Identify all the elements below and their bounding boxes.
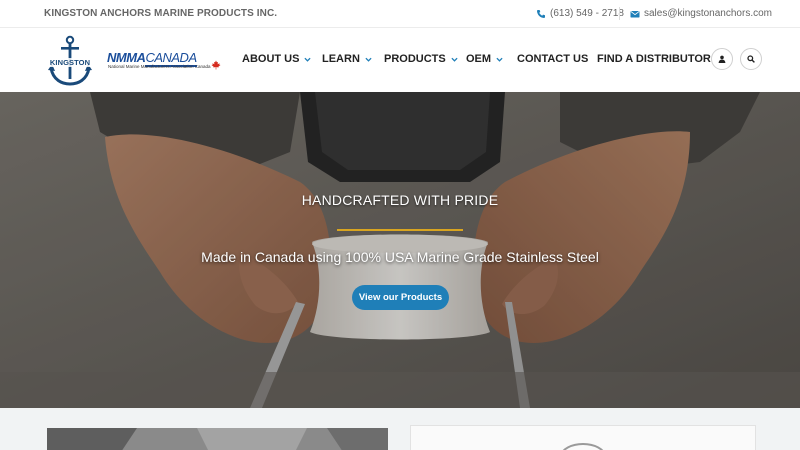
- hero-divider: [337, 229, 463, 231]
- user-icon: [718, 55, 726, 63]
- company-name: KINGSTON ANCHORS MARINE PRODUCTS INC.: [44, 8, 278, 19]
- phone-link[interactable]: (613) 549 - 2718: [536, 8, 624, 19]
- product-photo: [411, 426, 755, 450]
- chevron-down-icon: [304, 57, 312, 62]
- nmma-subtitle: National Marine Manufacturers Associatio…: [108, 64, 211, 69]
- nav-products[interactable]: PRODUCTS: [384, 53, 458, 65]
- nav-contact-us[interactable]: CONTACT US: [517, 53, 588, 65]
- nav-products-label: PRODUCTS: [384, 53, 446, 65]
- hero-banner: HANDCRAFTED WITH PRIDE Made in Canada us…: [0, 92, 800, 408]
- nav-about-label: ABOUT US: [242, 53, 300, 65]
- nav-learn-label: LEARN: [322, 53, 360, 65]
- phone-icon: [537, 9, 545, 18]
- contact-divider: [619, 7, 620, 20]
- nav-about-us[interactable]: ABOUT US: [242, 53, 312, 65]
- nmma-word: NMMA: [107, 50, 146, 65]
- user-account-button[interactable]: [711, 48, 733, 70]
- view-products-button[interactable]: View our Products: [352, 285, 449, 310]
- feature-image-left[interactable]: [47, 428, 388, 450]
- nav-contact-label: CONTACT US: [517, 53, 589, 65]
- email-address: sales@kingstonanchors.com: [644, 8, 772, 19]
- nav-oem-label: OEM: [466, 53, 492, 65]
- main-header: KINGSTON NMMACANADA National Marine Manu…: [0, 28, 800, 92]
- logo-text: KINGSTON: [46, 58, 94, 67]
- chevron-down-icon: [451, 57, 458, 62]
- search-button[interactable]: [740, 48, 762, 70]
- featured-section: [0, 408, 800, 450]
- nmma-wordmark: NMMACANADA: [107, 50, 197, 67]
- feature-image-right[interactable]: [410, 425, 756, 450]
- top-utility-bar: KINGSTON ANCHORS MARINE PRODUCTS INC. (6…: [0, 0, 800, 28]
- nav-oem[interactable]: OEM: [466, 53, 503, 65]
- chevron-down-icon: [365, 57, 372, 62]
- hero-title: HANDCRAFTED WITH PRIDE: [301, 192, 499, 208]
- kingston-logo[interactable]: KINGSTON: [46, 34, 94, 88]
- search-icon: [747, 55, 755, 63]
- maple-leaf-icon: [211, 60, 221, 70]
- phone-number: (613) 549 - 2718: [550, 8, 624, 19]
- nav-distributor-label: FIND A DISTRIBUTOR: [597, 53, 711, 65]
- nmma-canada-logo[interactable]: NMMACANADA National Marine Manufacturers…: [107, 50, 223, 72]
- nav-learn[interactable]: LEARN: [322, 53, 372, 65]
- email-link[interactable]: sales@kingstonanchors.com: [630, 8, 772, 19]
- envelope-icon: [630, 10, 640, 17]
- nav-find-distributor[interactable]: FIND A DISTRIBUTOR: [597, 53, 711, 65]
- workshop-photo: [47, 428, 388, 450]
- hero-subtitle: Made in Canada using 100% USA Marine Gra…: [201, 249, 599, 265]
- chevron-down-icon: [496, 57, 503, 62]
